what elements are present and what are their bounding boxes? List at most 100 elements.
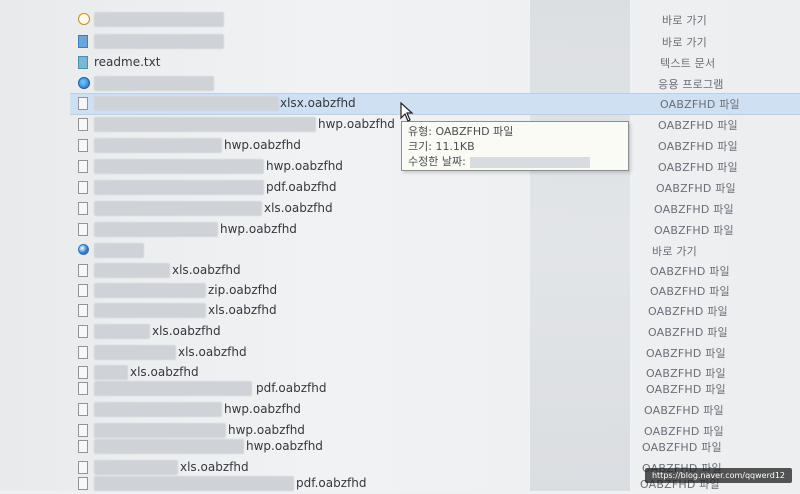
file-type: OABZFHD 파일	[646, 383, 726, 396]
redacted-filename	[94, 423, 226, 438]
file-row-shortcut-3[interactable]: 바로 가기	[70, 241, 800, 261]
redacted-filename	[94, 222, 218, 237]
ie-icon	[78, 77, 90, 89]
redacted-filename	[94, 365, 128, 380]
redacted-filename	[94, 324, 150, 339]
file-icon	[78, 325, 88, 338]
file-row[interactable]: zip.oabzfhd OABZFHD 파일	[70, 281, 800, 301]
redacted-filename	[94, 402, 222, 417]
redacted-filename	[94, 381, 252, 396]
file-icon	[78, 118, 88, 131]
file-type: 바로 가기	[652, 245, 697, 258]
globe-icon	[78, 244, 89, 255]
file-list-pane: 바로 가기 바로 가기 readme.txt 텍스트 문서 응용 프로그램 xl…	[0, 0, 800, 491]
file-type: OABZFHD 파일	[656, 182, 736, 195]
file-name: hwp.oabzfhd	[266, 159, 343, 173]
file-type: 바로 가기	[662, 36, 707, 49]
file-type: 바로 가기	[662, 14, 707, 27]
redacted-filename	[94, 283, 206, 298]
file-name: hwp.oabzfhd	[224, 402, 301, 416]
redacted-date	[469, 156, 590, 168]
file-row[interactable]: pdf.oabzfhd OABZFHD 파일	[70, 178, 800, 198]
file-row-shortcut-2[interactable]: 바로 가기	[70, 32, 800, 52]
file-type: OABZFHD 파일	[648, 326, 728, 339]
file-type: OABZFHD 파일	[660, 98, 740, 111]
file-icon	[78, 382, 88, 395]
file-type: OABZFHD 파일	[650, 265, 730, 278]
file-icon	[78, 264, 88, 277]
redacted-filename	[94, 159, 264, 174]
file-name: xls.oabzfhd	[152, 324, 221, 338]
file-info-tooltip: 유형: OABZFHD 파일 크기: 11.1KB 수정한 날짜:	[401, 121, 629, 171]
file-icon	[78, 440, 88, 453]
redacted-filename	[94, 76, 214, 91]
file-type: OABZFHD 파일	[654, 203, 734, 216]
file-icon	[78, 424, 88, 437]
file-name: xls.oabzfhd	[208, 303, 277, 317]
tooltip-type: 유형: OABZFHD 파일	[408, 125, 514, 138]
file-type: OABZFHD 파일	[644, 404, 724, 417]
redacted-filename	[94, 34, 224, 49]
file-type: OABZFHD 파일	[642, 441, 722, 454]
redacted-filename	[94, 263, 170, 278]
file-name: xls.oabzfhd	[264, 201, 333, 215]
file-name: hwp.oabzfhd	[224, 138, 301, 152]
file-name: xls.oabzfhd	[130, 365, 199, 379]
file-type: OABZFHD 파일	[654, 224, 734, 237]
redacted-filename	[94, 117, 316, 132]
file-icon	[78, 202, 88, 215]
file-row[interactable]: xls.oabzfhd OABZFHD 파일	[70, 261, 800, 281]
file-row[interactable]: pdf.oabzfhd OABZFHD 파일	[70, 379, 800, 399]
file-row-shortcut-1[interactable]: 바로 가기	[70, 10, 800, 30]
file-row-application[interactable]: 응용 프로그램	[70, 74, 800, 94]
redacted-filename	[94, 12, 224, 27]
file-row[interactable]: xls.oabzfhd OABZFHD 파일	[70, 301, 800, 321]
tooltip-modified-label: 수정한 날짜:	[408, 155, 466, 168]
file-name: pdf.oabzfhd	[296, 476, 367, 490]
redacted-filename	[94, 476, 294, 491]
file-icon	[78, 97, 88, 110]
file-row[interactable]: hwp.oabzfhd OABZFHD 파일	[70, 400, 800, 420]
file-name: pdf.oabzfhd	[266, 180, 337, 194]
clock-icon	[78, 13, 90, 25]
file-row[interactable]: hwp.oabzfhd OABZFHD 파일	[70, 437, 800, 457]
file-name: hwp.oabzfhd	[228, 423, 305, 437]
file-type: OABZFHD 파일	[658, 140, 738, 153]
folder-icon	[78, 35, 88, 48]
file-name: hwp.oabzfhd	[220, 222, 297, 236]
redacted-filename	[94, 460, 178, 475]
tooltip-modified: 수정한 날짜:	[408, 154, 622, 169]
redacted-filename	[94, 303, 206, 318]
file-type: OABZFHD 파일	[650, 285, 730, 298]
file-icon	[78, 284, 88, 297]
file-name: xls.oabzfhd	[178, 345, 247, 359]
file-row[interactable]: hwp.oabzfhd OABZFHD 파일	[70, 220, 800, 240]
watermark: https://blog.naver.com/qqwerd12	[644, 468, 792, 483]
file-icon	[78, 304, 88, 317]
file-icon	[78, 181, 88, 194]
file-name: xls.oabzfhd	[172, 263, 241, 277]
file-row-selected[interactable]: xlsx.oabzfhd OABZFHD 파일	[70, 93, 800, 115]
file-row[interactable]: xls.oabzfhd OABZFHD 파일	[70, 199, 800, 219]
redacted-filename	[94, 201, 262, 216]
file-name: hwp.oabzfhd	[246, 439, 323, 453]
file-type: 텍스트 문서	[660, 57, 716, 70]
file-name: pdf.oabzfhd	[256, 381, 327, 395]
redacted-filename	[94, 138, 222, 153]
redacted-filename	[94, 243, 144, 258]
file-type: OABZFHD 파일	[658, 161, 738, 174]
redacted-filename	[94, 345, 176, 360]
file-icon	[78, 403, 88, 416]
file-row[interactable]: xls.oabzfhd OABZFHD 파일	[70, 322, 800, 342]
file-icon	[78, 366, 88, 379]
file-name: xlsx.oabzfhd	[280, 96, 356, 110]
redacted-filename	[94, 96, 279, 111]
file-row[interactable]: xls.oabzfhd OABZFHD 파일	[70, 343, 800, 363]
redacted-filename	[94, 180, 264, 195]
redacted-filename	[94, 439, 244, 454]
file-name: zip.oabzfhd	[208, 283, 278, 297]
file-type: OABZFHD 파일	[658, 119, 738, 132]
file-icon	[78, 346, 88, 359]
file-row-readme[interactable]: readme.txt 텍스트 문서	[70, 53, 800, 73]
file-type: OABZFHD 파일	[648, 305, 728, 318]
